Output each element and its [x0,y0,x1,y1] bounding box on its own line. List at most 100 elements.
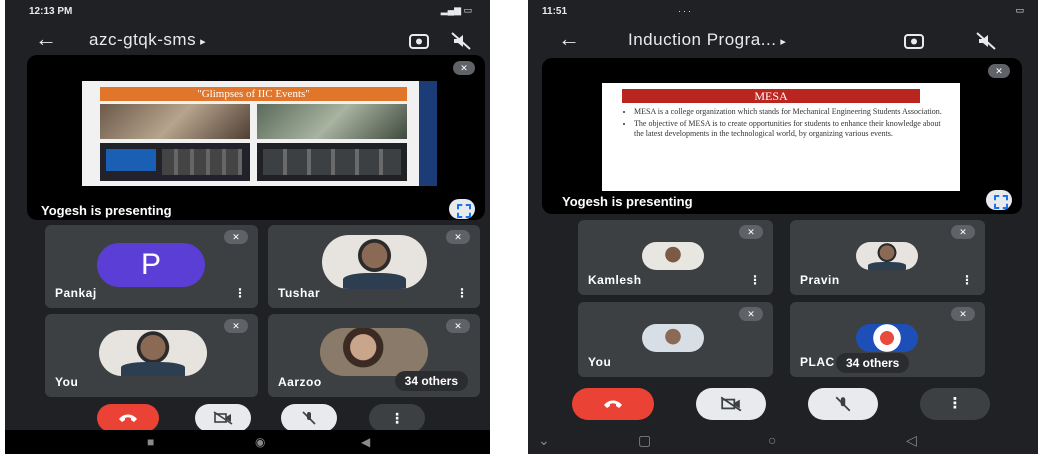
right-meeting-screen: 11:51 ··· ▭ ← Induction Progra... ▸ MESA … [528,0,1038,454]
participant-name: Pravin [800,273,840,287]
home-icon[interactable]: ◉ [255,435,265,449]
presentation-stage[interactable]: "Glimpses of IIC Events" ✕ Yogesh is pre… [27,55,485,220]
chevron-right-icon: ▸ [780,36,787,48]
meeting-title-text: azc-gtqk-sms [89,30,197,49]
avatar [642,324,704,352]
back-nav-icon[interactable]: ◀ [361,435,370,449]
end-call-icon [119,414,137,422]
participant-tile[interactable]: ✕ Pravin ⋮ [790,220,985,295]
status-bar: 12:13 PM ▂▄▆ ▭ [5,0,490,22]
meeting-title-text: Induction Progra... [628,30,777,49]
slide: MESA MESA is a college organization whic… [602,83,960,191]
organization-logo [856,324,918,352]
more-options-button[interactable]: ⋮ [369,404,425,432]
more-options-icon[interactable]: ⋮ [749,273,761,287]
meeting-header: ← Induction Progra... ▸ [528,26,1038,58]
event-screenshot-1 [100,143,250,181]
participant-tile[interactable]: ✕ You [45,314,258,397]
slide-bullet: MESA is a college organization which sta… [634,107,942,117]
participant-name: PLAC [800,355,835,369]
mic-toggle-button[interactable] [808,388,878,420]
participant-name: Pankaj [55,286,97,300]
status-bar: 11:51 ··· ▭ [528,0,1038,22]
participant-name: Tushar [278,286,321,300]
avatar [322,235,427,289]
status-time: 11:51 [542,6,568,17]
slide-title: "Glimpses of IIC Events" [100,87,407,101]
mic-off-icon: ✕ [224,230,248,244]
camera-toggle-button[interactable] [696,388,766,420]
battery-icon: ▭ [1015,5,1024,15]
meeting-title[interactable]: Induction Progra... ▸ [628,30,786,50]
mic-off-icon: ✕ [446,319,470,333]
chevron-right-icon: ▸ [200,36,207,48]
left-meeting-screen: 12:13 PM ▂▄▆ ▭ ← azc-gtqk-sms ▸ "Glimpses… [5,0,490,454]
home-icon[interactable]: ○ [768,432,776,448]
presenter-muted-icon: ✕ [453,61,475,75]
presenting-label: Yogesh is presenting [562,194,693,209]
camera-off-icon [720,396,742,412]
mic-off-icon: ✕ [224,319,248,333]
end-call-button[interactable] [97,404,159,432]
system-nav-bar: ■ ◉ ◀ [5,430,490,454]
camera-off-icon [213,411,233,425]
avatar [320,328,428,376]
avatar [99,330,207,376]
participant-tile[interactable]: ✕ Aarzoo 34 others [268,314,480,397]
event-photo-1 [100,104,250,139]
back-arrow-icon[interactable]: ← [35,26,57,52]
system-nav-bar: ⌄ ▢ ○ ◁ [528,430,1038,454]
avatar: P [97,243,205,287]
status-notifications: ··· [678,6,693,16]
fullscreen-icon[interactable] [449,199,475,219]
down-chevron-icon[interactable]: ⌄ [538,432,550,449]
participant-tile[interactable]: ✕ PLAC 34 others [790,302,985,377]
recents-icon[interactable]: ▢ [638,432,651,449]
event-screenshot-2 [257,143,407,181]
slide-side-panel [419,81,437,186]
participant-name: You [55,375,79,389]
switch-camera-icon[interactable] [902,29,926,53]
speaker-off-icon[interactable] [974,29,998,53]
more-options-button[interactable]: ⋮ [920,388,990,420]
others-count-badge[interactable]: 34 others [836,353,910,373]
end-call-icon [604,400,622,408]
event-photo-2 [257,104,407,139]
signal-battery-icons: ▂▄▆ ▭ [440,5,472,15]
more-options-icon[interactable]: ⋮ [456,286,468,300]
participant-tile[interactable]: ✕ You [578,302,773,377]
back-arrow-icon[interactable]: ← [558,26,580,52]
mic-off-icon [302,411,316,425]
mic-toggle-button[interactable] [281,404,337,432]
participant-tile[interactable]: ✕ Kamlesh ⋮ [578,220,773,295]
slide-title: MESA [622,89,920,103]
back-nav-icon[interactable]: ◁ [906,432,917,449]
fullscreen-icon[interactable] [986,190,1012,210]
participant-tile[interactable]: ✕ Tushar ⋮ [268,225,480,308]
recents-icon[interactable]: ■ [147,435,154,449]
status-time: 12:13 PM [29,6,73,17]
slide: "Glimpses of IIC Events" [82,81,437,186]
more-options-icon[interactable]: ⋮ [961,273,973,287]
participant-tile[interactable]: ✕ P Pankaj ⋮ [45,225,258,308]
meeting-title[interactable]: azc-gtqk-sms ▸ [89,30,206,50]
meeting-header: ← azc-gtqk-sms ▸ [5,24,490,56]
slide-bullet: The objective of MESA is to create oppor… [634,119,942,139]
others-count-badge[interactable]: 34 others [394,371,468,391]
mic-off-icon: ✕ [739,225,763,239]
participant-name: You [588,355,612,369]
switch-camera-icon[interactable] [407,29,431,53]
mic-off-icon: ✕ [739,307,763,321]
speaker-off-icon[interactable] [449,29,473,53]
presentation-stage[interactable]: MESA MESA is a college organization whic… [542,58,1022,214]
end-call-button[interactable] [572,388,654,420]
camera-toggle-button[interactable] [195,404,251,432]
participant-name: Kamlesh [588,273,642,287]
more-options-icon[interactable]: ⋮ [234,286,246,300]
mic-off-icon: ✕ [446,230,470,244]
slide-bullet-list: MESA is a college organization which sta… [624,107,942,141]
presenting-label: Yogesh is presenting [41,203,172,218]
presenter-muted-icon: ✕ [988,64,1010,78]
avatar [642,242,704,270]
participant-name: Aarzoo [278,375,322,389]
